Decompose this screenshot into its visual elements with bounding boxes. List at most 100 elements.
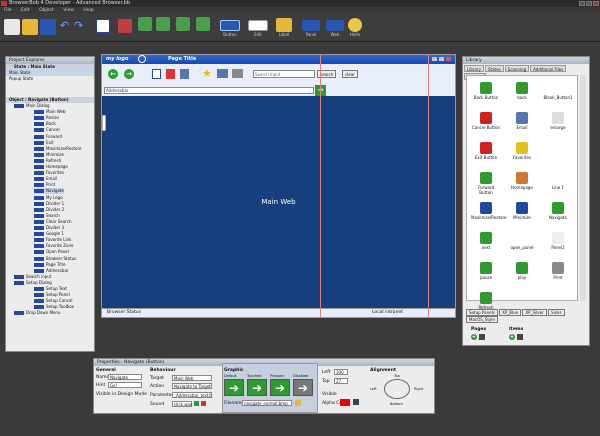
tree-item[interactable]: Drop Down Menu	[14, 310, 60, 316]
left-input[interactable]: 300	[334, 369, 348, 375]
hint-input[interactable]: Go!	[108, 382, 142, 388]
library-item[interactable]	[543, 142, 573, 155]
menu-object[interactable]: Object	[39, 8, 54, 13]
tree-item[interactable]: Back	[34, 121, 56, 127]
library-item[interactable]: open_panel	[507, 232, 537, 250]
cancel-icon[interactable]	[166, 69, 175, 79]
library-item[interactable]: pause	[471, 262, 501, 280]
library-item[interactable]: Blank_Button1	[543, 82, 573, 100]
button-tool-icon[interactable]	[220, 20, 240, 31]
tree-item[interactable]: Favorite Link	[34, 237, 71, 243]
back-icon[interactable]: ←	[108, 69, 118, 79]
address-input[interactable]: Addressbar	[104, 87, 314, 94]
tree-item[interactable]: Resize	[34, 115, 59, 121]
graphic-default-icon[interactable]: ➔	[224, 379, 244, 396]
style-xp-silver[interactable]: XP_Silver	[522, 309, 547, 316]
forward-icon[interactable]: →	[124, 69, 134, 79]
tree-item[interactable]: Forward	[34, 134, 62, 140]
library-item[interactable]: Refresh	[471, 292, 501, 310]
remove-item-icon[interactable]	[517, 334, 523, 340]
tab-scanning[interactable]: Scanning	[504, 65, 530, 72]
minimize-button[interactable]	[579, 1, 585, 6]
min-icon[interactable]	[432, 57, 437, 61]
graphic-disabled-icon[interactable]: ➔	[293, 379, 313, 396]
save-icon[interactable]	[40, 19, 56, 35]
remove-page-icon[interactable]	[479, 334, 485, 340]
close-button[interactable]	[593, 1, 599, 6]
style-setup-panels[interactable]: Setup Panels	[466, 309, 498, 316]
edit-tool-icon[interactable]	[248, 20, 268, 31]
menu-file[interactable]: File	[4, 8, 12, 13]
tree-item[interactable]: Setup Toolbox	[34, 304, 74, 310]
alpha-color-swatch[interactable]	[340, 399, 350, 406]
exit-icon[interactable]	[446, 57, 451, 61]
library-item[interactable]: Forward Button	[471, 172, 501, 195]
tree-item[interactable]: Search	[34, 213, 60, 219]
target-select[interactable]: Main Web	[172, 375, 212, 381]
max-icon[interactable]	[439, 57, 444, 61]
align-left-icon[interactable]	[138, 17, 152, 31]
style-sinks[interactable]: Sinks	[548, 309, 565, 316]
clear-button[interactable]: clear	[342, 70, 358, 78]
tree-item[interactable]: Minimize	[34, 152, 64, 158]
tree-item[interactable]: My Logo	[34, 195, 63, 201]
tree-item[interactable]: Homepage	[34, 164, 68, 170]
browse-folder-icon[interactable]	[295, 400, 301, 406]
menu-help[interactable]: Help	[83, 8, 93, 13]
library-item[interactable]: next	[471, 232, 501, 250]
library-item[interactable]: enlarge	[543, 112, 573, 130]
library-item[interactable]: Favorites	[507, 142, 537, 160]
redo-icon[interactable]: ↷	[74, 20, 84, 31]
play-sound-icon[interactable]	[194, 401, 199, 406]
maximize-button[interactable]	[586, 1, 592, 6]
hello-tool-icon[interactable]	[348, 18, 362, 32]
top-input[interactable]: 27	[334, 378, 348, 384]
tree-item[interactable]: Cancel	[34, 127, 60, 133]
label-tool-icon[interactable]	[276, 18, 292, 32]
alignment-dial[interactable]	[384, 379, 410, 399]
tree-item[interactable]: Google 1	[34, 231, 64, 237]
library-item[interactable]: Print	[543, 262, 573, 280]
add-page-icon[interactable]: +	[471, 334, 477, 340]
library-scrollbar[interactable]	[580, 75, 586, 301]
align-bottom-icon[interactable]	[196, 17, 210, 31]
state-item-popup[interactable]: Popup State	[6, 76, 94, 82]
library-item[interactable]: play	[507, 262, 537, 280]
tree-item[interactable]: Refresh	[34, 158, 61, 164]
eyedropper-icon[interactable]	[353, 399, 359, 405]
tree-item[interactable]: Favorite Zone	[34, 243, 73, 249]
tree-item[interactable]: Setup Panel	[34, 292, 70, 298]
library-item[interactable]: Email	[507, 112, 537, 130]
filename-input[interactable]: navigate_normal.bmp	[242, 400, 292, 406]
tree-item[interactable]: Main Web	[34, 109, 66, 115]
style-macos[interactable]: MacOS_Style	[466, 316, 498, 323]
name-input[interactable]: Navigate	[108, 374, 142, 380]
print-icon[interactable]	[232, 69, 243, 78]
library-item[interactable]: Back Button	[471, 82, 501, 100]
search-input[interactable]: Search Input	[253, 70, 315, 78]
tab-additional-files[interactable]: Additional Files	[530, 65, 567, 72]
delete-object-icon[interactable]	[118, 19, 132, 33]
panel-handle[interactable]	[102, 115, 106, 131]
tree-item[interactable]: Addressbar	[34, 268, 69, 274]
library-item[interactable]: Line 1	[543, 172, 573, 190]
tree-item[interactable]: Divider 3	[34, 225, 64, 231]
tab-library[interactable]: Library	[464, 65, 484, 72]
email-icon[interactable]	[217, 69, 228, 78]
tree-item[interactable]: Navigate	[34, 188, 64, 195]
add-item-icon[interactable]: +	[509, 334, 515, 340]
library-item[interactable]: Exit Button	[471, 142, 501, 160]
tab-states[interactable]: States	[485, 65, 504, 72]
library-item[interactable]: back	[507, 82, 537, 100]
action-select[interactable]: Navigate to Target	[172, 383, 212, 389]
web-tool-icon[interactable]	[326, 20, 344, 31]
main-web-view[interactable]: Main Web	[102, 96, 455, 308]
style-xp-blue[interactable]: XP_Blue	[499, 309, 522, 316]
sound-select[interactable]: click.wav	[172, 401, 192, 407]
tree-item[interactable]: Exit	[34, 140, 54, 146]
tree-item[interactable]: Divider 2	[34, 207, 64, 213]
library-item[interactable]: Cancel Button	[471, 112, 501, 130]
tree-item[interactable]: Setup Dialog	[14, 280, 52, 286]
open-folder-icon[interactable]	[22, 19, 38, 35]
maximize-icon[interactable]	[152, 69, 161, 79]
